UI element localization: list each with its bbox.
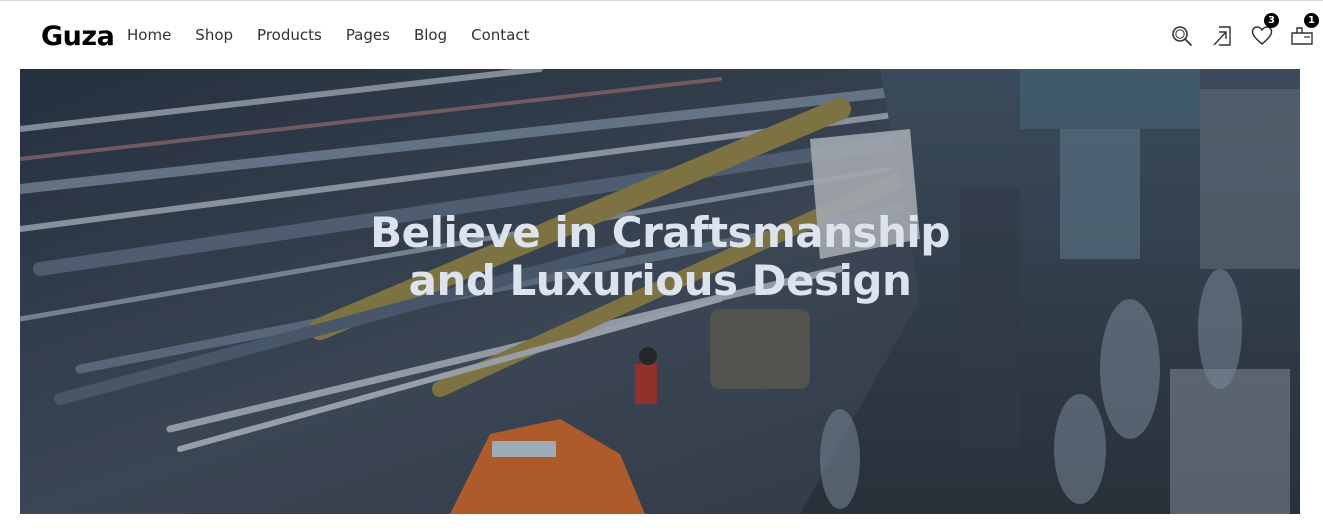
search-icon [1172, 26, 1192, 46]
site-header: Guza Home Shop Products Pages Blog Conta… [0, 1, 1323, 69]
nav-item-pages[interactable]: Pages [346, 25, 390, 45]
nav-item-contact[interactable]: Contact [471, 25, 529, 45]
main-nav: Home Shop Products Pages Blog Contact [127, 25, 553, 45]
hero-title: Believe in Craftsmanship and Luxurious D… [20, 209, 1300, 305]
site-logo[interactable]: Guza [41, 21, 115, 53]
hero-title-line-1: Believe in Craftsmanship [370, 208, 950, 257]
wishlist-button[interactable]: 3 [1247, 13, 1279, 53]
hero-banner: Believe in Craftsmanship and Luxurious D… [20, 69, 1300, 514]
nav-item-shop[interactable]: Shop [195, 25, 233, 45]
nav-item-products[interactable]: Products [257, 25, 322, 45]
login-button[interactable] [1207, 19, 1237, 53]
cart-button[interactable]: 1 [1287, 13, 1319, 53]
hero-title-line-2: and Luxurious Design [408, 256, 912, 305]
wishlist-count-badge: 3 [1264, 13, 1279, 28]
nav-item-blog[interactable]: Blog [414, 25, 447, 45]
nav-item-home[interactable]: Home [127, 25, 171, 45]
cart-count-badge: 1 [1304, 13, 1319, 28]
search-button[interactable] [1167, 19, 1197, 53]
sign-in-icon [1213, 26, 1231, 46]
header-actions: 3 1 [1123, 13, 1323, 55]
